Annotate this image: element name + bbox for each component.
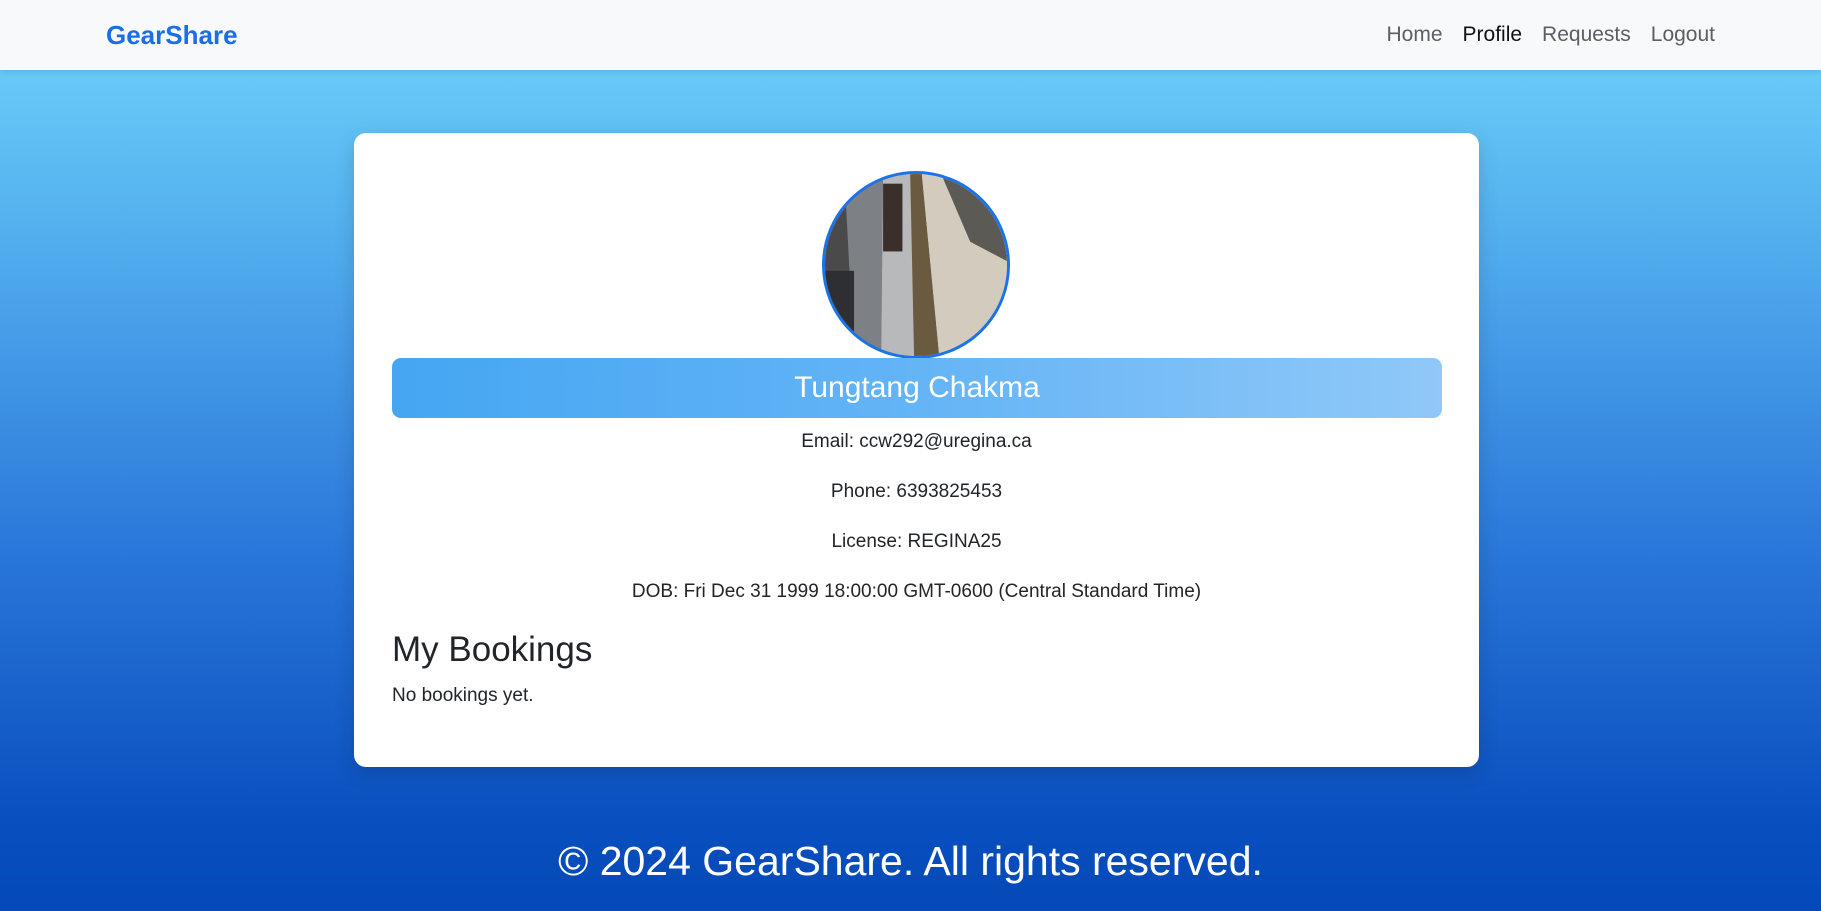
top-navbar: GearShare Home Profile Requests Logout	[0, 0, 1821, 70]
profile-phone: Phone: 6393825453	[830, 481, 1003, 502]
profile-dob: DOB: Fri Dec 31 1999 18:00:00 GMT-0600 (…	[631, 581, 1202, 602]
profile-license: License: REGINA25	[831, 531, 1002, 552]
bookings-empty-message: No bookings yet.	[392, 685, 534, 706]
bookings-heading: My Bookings	[392, 630, 593, 669]
brand-logo-link[interactable]: GearShare	[106, 20, 238, 51]
profile-avatar	[822, 171, 1010, 359]
page-footer: © 2024 GearShare. All rights reserved.	[558, 838, 1263, 884]
profile-card: Tungtang Chakma Email: ccw292@uregina.ca…	[354, 133, 1479, 767]
nav-link-logout[interactable]: Logout	[1651, 23, 1715, 47]
nav-link-profile[interactable]: Profile	[1463, 23, 1523, 47]
profile-name-banner: Tungtang Chakma	[392, 358, 1442, 418]
nav-links: Home Profile Requests Logout	[1386, 23, 1715, 47]
nav-link-requests[interactable]: Requests	[1542, 23, 1631, 47]
nav-link-home[interactable]: Home	[1386, 23, 1442, 47]
profile-email: Email: ccw292@uregina.ca	[801, 431, 1032, 452]
avatar-photo	[825, 174, 1007, 356]
